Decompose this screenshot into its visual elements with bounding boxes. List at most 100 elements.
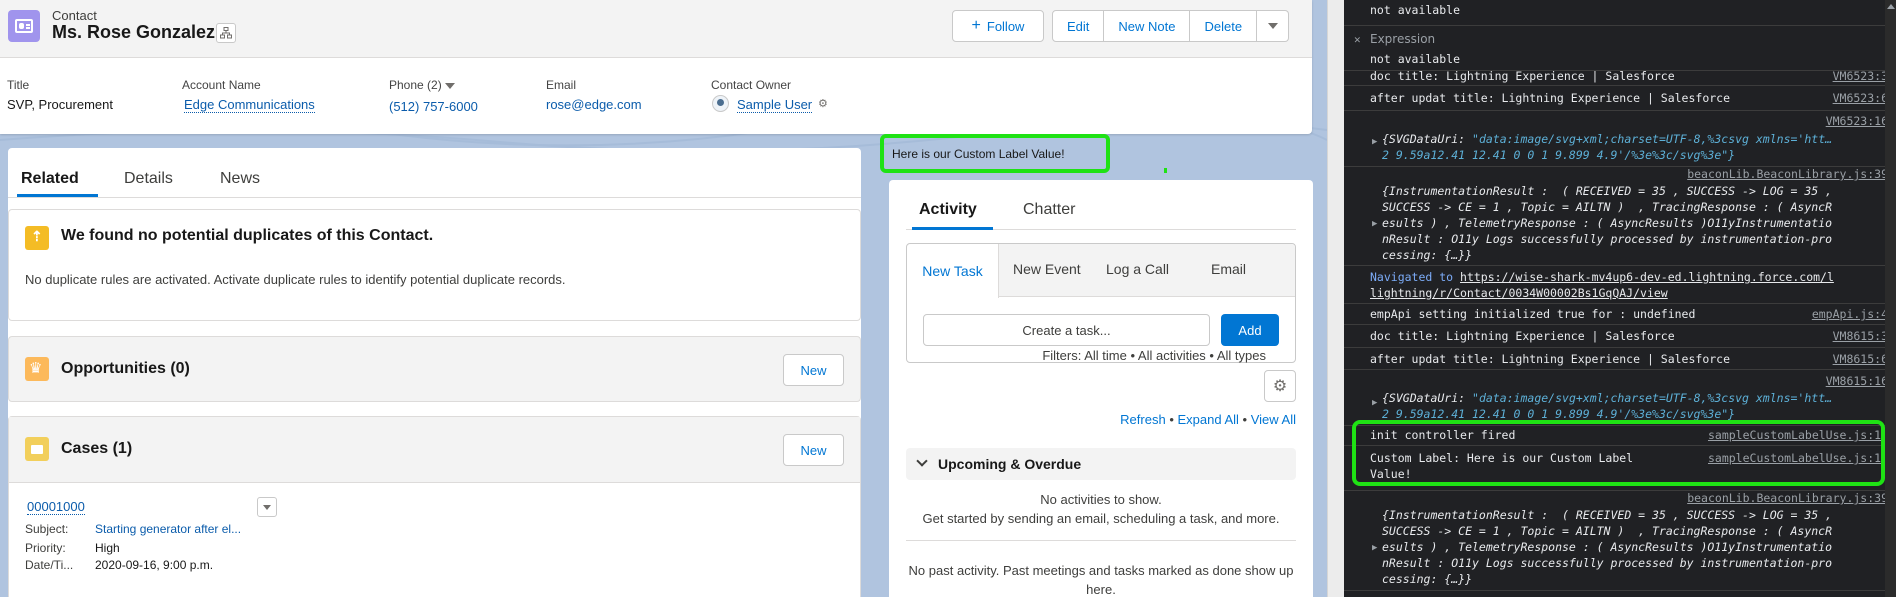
account-link[interactable]: Edge Communications [184, 97, 315, 113]
expand-triangle-icon[interactable]: ▶ [1372, 543, 1377, 553]
activity-composer: New Task New Event Log a Call Email Add [906, 243, 1296, 363]
log-line: doc title: Lightning Experience | Salesf… [1370, 69, 1675, 83]
view-all-link[interactable]: View All [1251, 412, 1296, 427]
scroll-up-icon[interactable] [1887, 4, 1895, 9]
opportunities-title[interactable]: Opportunities (0) [61, 360, 190, 378]
chevron-down-icon [263, 504, 271, 510]
phone-label-text: Phone (2) [389, 78, 442, 92]
log-object: nResult : O11y Logs successfully process… [1382, 232, 1833, 246]
nav-prefix: Navigated to [1370, 270, 1461, 284]
cases-card: Cases (1) New 00001000 Subject: Starting… [8, 416, 861, 597]
log-source-link[interactable]: empApi.js:4 [1812, 307, 1888, 321]
activity-links: Refresh • Expand All • View All [1120, 412, 1296, 427]
divider [1344, 25, 1885, 26]
case-number-link[interactable]: 00001000 [27, 499, 85, 515]
tab-email[interactable]: Email [1211, 261, 1246, 277]
gear-icon[interactable]: ⚙ [1264, 370, 1296, 402]
log-source-link[interactable]: beaconLib.BeaconLibrary.js:39 [1687, 167, 1888, 181]
svg-key: {SVGDataUri: [1382, 391, 1473, 405]
tab-activity[interactable]: Activity [919, 201, 977, 219]
console-scrollbar[interactable] [1885, 0, 1896, 597]
related-panel: Related Details News We found no potenti… [8, 148, 861, 597]
cases-title[interactable]: Cases (1) [61, 440, 132, 458]
expression-value: not available [1370, 52, 1461, 66]
email-link[interactable]: rose@edge.com [546, 97, 642, 112]
log-object: esults ) , TelemetryResponse : ( AsyncRe… [1382, 216, 1833, 230]
tab-new-task[interactable]: New Task [907, 244, 999, 298]
edit-button[interactable]: Edit [1052, 10, 1105, 42]
no-activities-line-2: Get started by sending an email, schedul… [922, 511, 1280, 526]
more-actions-button[interactable] [1257, 10, 1290, 42]
activity-filters: Filters: All time • All activities • All… [1042, 348, 1266, 363]
tab-chatter[interactable]: Chatter [1023, 201, 1075, 219]
owner-label: Contact Owner [711, 78, 792, 92]
record-title: Ms. Rose Gonzalez [52, 22, 216, 42]
tab-new-event[interactable]: New Event [1013, 261, 1081, 277]
email-label: Email [546, 78, 577, 92]
follow-label: Follow [986, 18, 1025, 34]
log-source-link[interactable]: VM8615:6 [1833, 352, 1888, 366]
record-actions: + Follow Edit New Note Delete [952, 10, 1290, 42]
case-row-menu[interactable] [257, 497, 277, 517]
new-note-button[interactable]: New Note [1104, 10, 1191, 42]
log-object: {InstrumentationResult : ( RECEIVED = 35… [1382, 184, 1833, 198]
expand-triangle-icon[interactable]: ▶ [1372, 219, 1377, 229]
title-value: SVP, Procurement [7, 97, 113, 112]
new-opportunity-button[interactable]: New [783, 354, 844, 386]
refresh-link[interactable]: Refresh [1120, 412, 1166, 427]
add-task-button[interactable]: Add [1221, 314, 1279, 346]
log-object: SUCCESS -> CE = 1 , Topic = AILTN ) , Tr… [1382, 200, 1833, 214]
new-case-button[interactable]: New [783, 434, 844, 466]
activity-tabs: Activity Chatter [906, 180, 1296, 230]
owner-link[interactable]: Sample User [737, 97, 813, 113]
case-priority-label: Priority: [25, 541, 66, 555]
svg-string: "data:image/svg+xml;charset=UTF-8,%3csvg… [1472, 132, 1833, 146]
svg-string: "data:image/svg+xml;charset=UTF-8,%3csvg… [1472, 391, 1833, 405]
nav-url-link[interactable]: https://wise-shark-mv4up6-dev-ed.lightni… [1460, 270, 1834, 284]
case-icon [25, 437, 49, 461]
expand-all-link[interactable]: Expand All [1177, 412, 1238, 427]
log-source-link[interactable]: beaconLib.BeaconLibrary.js:39 [1687, 491, 1888, 505]
chevron-down-icon[interactable] [445, 82, 456, 89]
log-object: {SVGDataUri: "data:image/svg+xml;charset… [1382, 131, 1832, 147]
duplicate-icon [25, 226, 49, 250]
divider [1344, 265, 1885, 266]
create-task-input[interactable] [923, 314, 1210, 346]
nav-url-link[interactable]: lightning/r/Contact/0034W00002Bs1GqQAJ/v… [1370, 286, 1668, 300]
hierarchy-button[interactable] [216, 23, 236, 43]
follow-button[interactable]: + Follow [952, 10, 1044, 42]
record-header-top: Contact Ms. Rose Gonzalez + Follow Edit N… [0, 0, 1312, 58]
chevron-down-icon [1267, 23, 1278, 29]
tab-news[interactable]: News [220, 170, 260, 188]
panel-splitter[interactable] [1327, 0, 1344, 597]
log-source-link[interactable]: VM6523:6 [1833, 91, 1888, 105]
log-source-link[interactable]: VM8615:3 [1833, 329, 1888, 343]
delete-button[interactable]: Delete [1190, 10, 1258, 42]
active-tab-indicator [912, 227, 993, 230]
svg-key: {SVGDataUri: [1382, 132, 1473, 146]
phone-link[interactable]: (512) 757-6000 [389, 99, 478, 114]
divider [1344, 347, 1885, 348]
opportunity-icon [25, 357, 49, 381]
log-source-link[interactable]: VM8615:16 [1826, 374, 1888, 388]
activity-panel: Activity Chatter New Task New Event Log … [889, 180, 1313, 597]
watch-value: not available [1370, 3, 1461, 17]
phone-label: Phone (2) [389, 78, 456, 92]
tab-details[interactable]: Details [124, 170, 173, 188]
log-source-link[interactable]: VM6523:16 [1826, 114, 1888, 128]
log-object: {InstrumentationResult : ( RECEIVED = 35… [1382, 508, 1833, 522]
case-subject-link[interactable]: Starting generator after el... [95, 522, 241, 536]
tab-related[interactable]: Related [21, 170, 79, 188]
log-line: empApi setting initialized true for : un… [1370, 307, 1696, 321]
log-source-link[interactable]: VM6523:3 [1833, 69, 1888, 83]
log-object: SUCCESS -> CE = 1 , Topic = AILTN ) , Tr… [1382, 524, 1833, 538]
change-owner-icon[interactable]: ⚙ [818, 97, 828, 110]
tab-log-call[interactable]: Log a Call [1106, 261, 1169, 277]
upcoming-section-header[interactable]: Upcoming & Overdue [906, 448, 1296, 480]
expand-triangle-icon[interactable]: ▶ [1372, 137, 1377, 147]
record-header: Contact Ms. Rose Gonzalez + Follow Edit N… [0, 0, 1312, 134]
log-object: nResult : O11y Logs successfully process… [1382, 556, 1833, 570]
close-icon[interactable]: ✕ [1354, 33, 1361, 46]
divider [906, 540, 1296, 541]
expand-triangle-icon[interactable]: ▶ [1372, 398, 1377, 408]
